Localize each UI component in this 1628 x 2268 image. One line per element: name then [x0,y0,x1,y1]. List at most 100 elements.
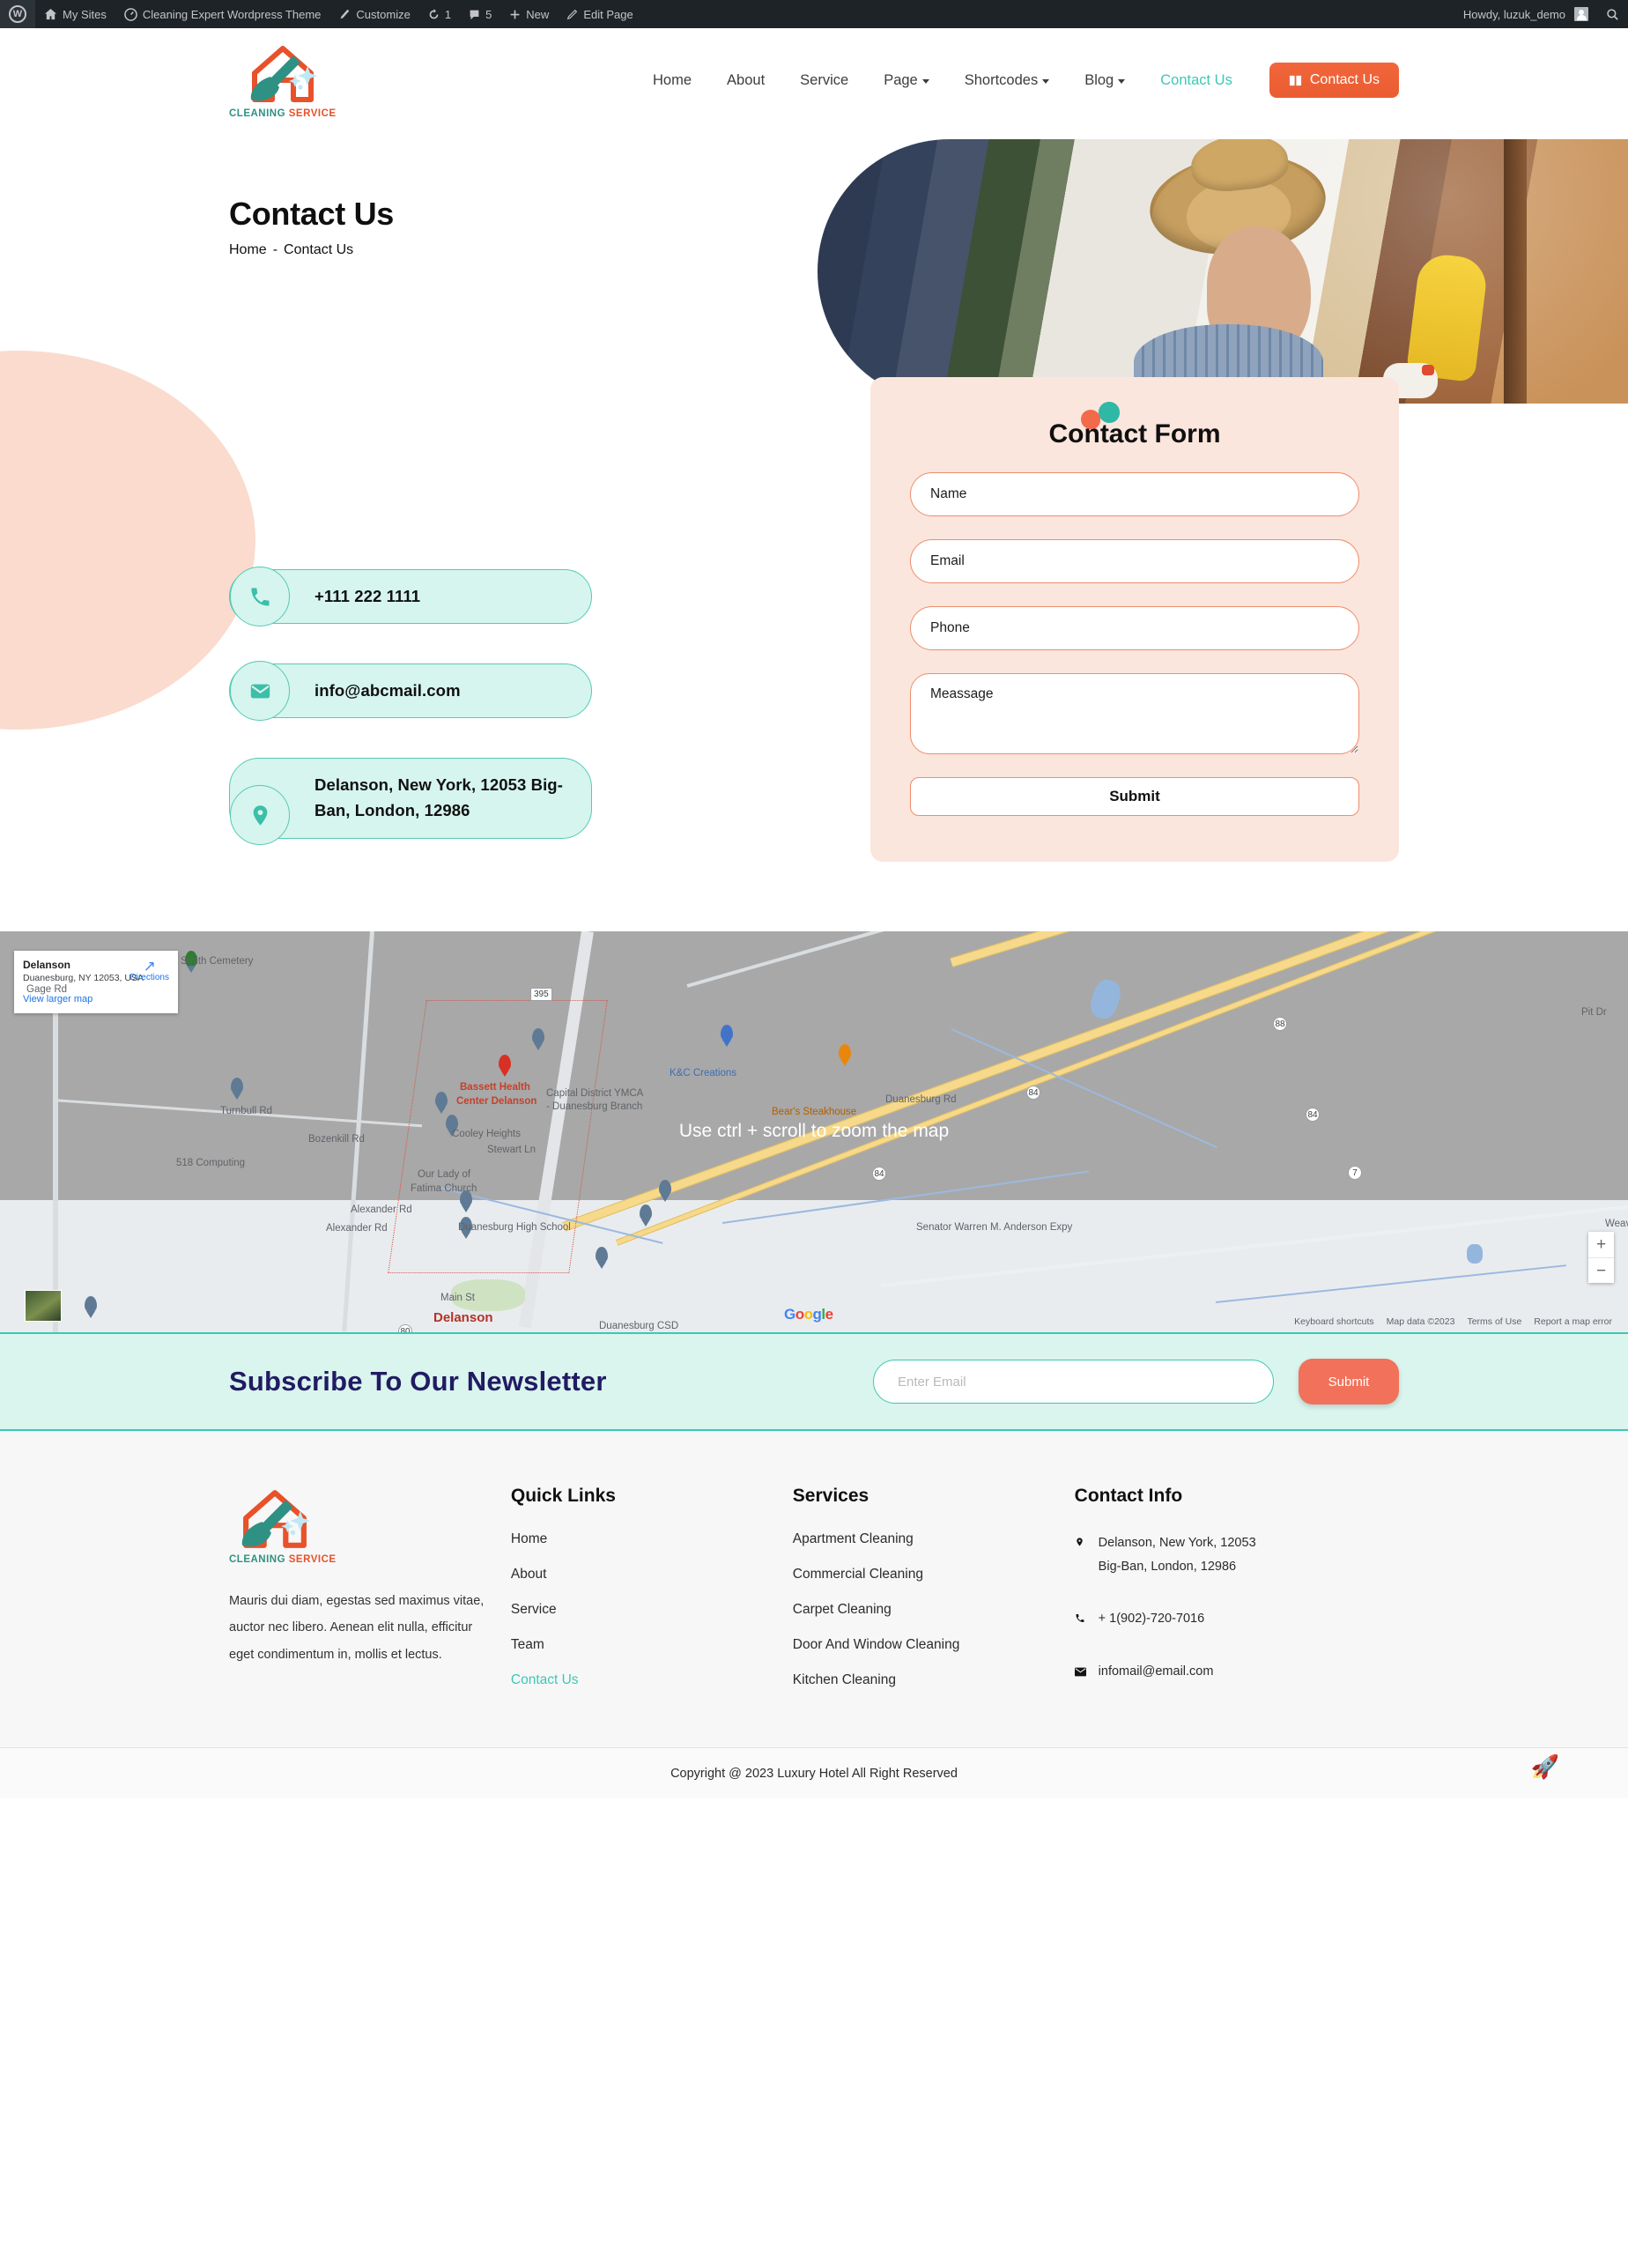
admin-bar-new[interactable]: New [500,0,558,28]
orange-dot-icon [1081,410,1100,429]
contact-form-submit-button[interactable]: Submit [910,777,1359,816]
map-pin-csd-transportation[interactable] [659,1180,671,1197]
footer-link-about[interactable]: About [511,1567,793,1582]
footer-service-kitchen-cleaning[interactable]: Kitchen Cleaning [793,1672,1075,1688]
footer-quick-links-heading: Quick Links [510,1486,616,1506]
map-label: Smith Cemetery [181,956,254,967]
map-zoom-in-button[interactable]: + [1588,1232,1614,1257]
map-label: K&C Creations [670,1068,737,1078]
nav-item-about[interactable]: About [709,72,782,89]
footer-link-service[interactable]: Service [511,1602,793,1618]
contact-form-email-input[interactable] [910,539,1359,583]
breadcrumb-current: Contact Us [284,242,354,257]
map-terms-of-use[interactable]: Terms of Use [1467,1316,1521,1327]
footer-service-door-window-cleaning[interactable]: Door And Window Cleaning [793,1637,1075,1653]
footer-address-row: Delanson, New York, 12053 Big-Ban, Londo… [1075,1531,1399,1579]
breadcrumb-home[interactable]: Home [229,242,267,258]
map-pin-bassett-health[interactable] [499,1055,511,1071]
newsletter-form: Submit [873,1359,1399,1405]
map-directions-button[interactable]: ↗ Directions [130,959,169,982]
newsletter-email-input[interactable] [873,1360,1274,1404]
footer-address-line1: Delanson, New York, 12053 [1098,1536,1256,1550]
rocket-icon[interactable]: 🚀 [1531,1755,1559,1778]
map-zoom-out-button[interactable]: − [1588,1257,1614,1283]
site-footer: CLEANING SERVICE Mauris dui diam, egesta… [0,1431,1628,1748]
footer-service-apartment-cleaning[interactable]: Apartment Cleaning [793,1531,1075,1547]
map-canvas[interactable]: Use ctrl + scroll to zoom the map Delans… [0,931,1628,1332]
google-letter-g2: g [812,1306,822,1323]
map-streetview-thumbnail[interactable] [25,1290,62,1322]
nav-item-service-label: Service [800,71,849,88]
contact-info-list: +111 222 1111 info@abcmail.com Delanson,… [229,377,722,878]
admin-bar-search[interactable] [1597,0,1628,28]
admin-bar-updates[interactable]: 1 [419,0,460,28]
wordpress-logo-icon[interactable] [0,0,35,28]
footer-services-column: Services Apartment Cleaning Commercial C… [793,1486,1075,1714]
map-pin-ymca[interactable] [532,1028,544,1045]
breadcrumb-separator: - [272,242,278,257]
contact-info-email[interactable]: info@abcmail.com [229,661,592,721]
footer-logo[interactable] [229,1486,321,1553]
map-label: Duanesburg Rd [885,1094,957,1105]
map-label: Bear's Steakhouse [772,1107,857,1117]
nav-item-page[interactable]: Page [866,72,947,89]
map-view-larger-link[interactable]: View larger map [23,994,169,1004]
nav-item-shortcodes-label: Shortcodes [964,71,1039,88]
contact-form-name-input[interactable] [910,472,1359,516]
wp-admin-bar: My Sites Cleaning Expert Wordpress Theme… [0,0,1628,28]
admin-bar-edit-page[interactable]: Edit Page [558,0,641,28]
map-label: Fatima Church [411,1183,477,1194]
nav-item-service[interactable]: Service [782,72,866,89]
contact-info-phone[interactable]: +111 222 1111 [229,567,592,626]
map-label: Bozenkill Rd [308,1134,365,1145]
site-logo[interactable]: CLEANING SERVICE [229,41,337,119]
map-pin-shafer-park[interactable] [596,1247,608,1264]
newsletter-section: Subscribe To Our Newsletter Submit [0,1332,1628,1431]
google-letter-o2: o [803,1306,813,1323]
map-pin-jac-contractors[interactable] [85,1296,97,1313]
map-pin-elementary-school[interactable] [640,1204,652,1221]
contact-form-message-textarea[interactable] [910,673,1359,754]
admin-bar-customize[interactable]: Customize [329,0,418,28]
contact-form-phone-input[interactable] [910,606,1359,650]
footer-contact-info-heading: Contact Info [1074,1486,1183,1506]
map-pin-518-computing[interactable] [231,1078,243,1094]
map-route-shield: 84 [872,1167,886,1181]
nav-item-contact-us[interactable]: Contact Us [1143,72,1250,89]
footer-email-row[interactable]: infomail@email.com [1074,1660,1399,1686]
admin-bar-my-sites[interactable]: My Sites [35,0,115,28]
map-label: Weaver Rd [1605,1219,1628,1229]
map-directions-label: Directions [130,973,169,982]
footer-service-commercial-cleaning[interactable]: Commercial Cleaning [793,1567,1075,1582]
admin-bar-site-name[interactable]: Cleaning Expert Wordpress Theme [115,0,330,28]
newsletter-submit-button[interactable]: Submit [1299,1359,1399,1405]
contact-form-card: Contact Form Submit [870,377,1399,862]
footer-phone-row[interactable]: + 1(902)-720-7016 [1075,1607,1399,1633]
map-pin-kc-creations[interactable] [721,1025,733,1041]
footer-link-home[interactable]: Home [511,1531,793,1547]
map-label: Turnbull Rd [220,1106,273,1116]
google-map[interactable]: Use ctrl + scroll to zoom the map Delans… [0,931,1628,1332]
footer-link-team[interactable]: Team [511,1637,793,1653]
map-pin-bears-steakhouse[interactable] [839,1044,851,1061]
footer-address-line2: Big-Ban, London, 12986 [1098,1559,1237,1574]
footer-service-carpet-cleaning[interactable]: Carpet Cleaning [793,1602,1075,1618]
breadcrumb: Home - Contact Us [229,242,394,258]
nav-item-shortcodes[interactable]: Shortcodes [947,72,1067,89]
nav-item-home[interactable]: Home [635,72,709,89]
map-report-error[interactable]: Report a map error [1534,1316,1612,1327]
teal-dot-icon [1099,402,1120,423]
contact-info-address[interactable]: Delanson, New York, 12053 Big-Ban, Londo… [229,758,592,845]
map-label: Center Delanson [456,1096,537,1107]
map-pin-icon [1075,1531,1088,1579]
admin-bar-howdy[interactable]: Howdy, luzuk_demo [1454,0,1597,28]
admin-bar-comments[interactable]: 5 [460,0,500,28]
nav-item-blog[interactable]: Blog [1067,72,1143,89]
map-pin-fatima-church[interactable] [435,1092,448,1108]
footer-link-contact-us[interactable]: Contact Us [511,1672,793,1688]
page-root: My Sites Cleaning Expert Wordpress Theme… [0,0,1628,1799]
header-contact-us-button[interactable]: Contact Us [1269,63,1399,98]
footer-brand-column: CLEANING SERVICE Mauris dui diam, egesta… [229,1486,511,1714]
footer-phone: + 1(902)-720-7016 [1098,1611,1205,1626]
map-keyboard-shortcuts[interactable]: Keyboard shortcuts [1294,1316,1373,1327]
